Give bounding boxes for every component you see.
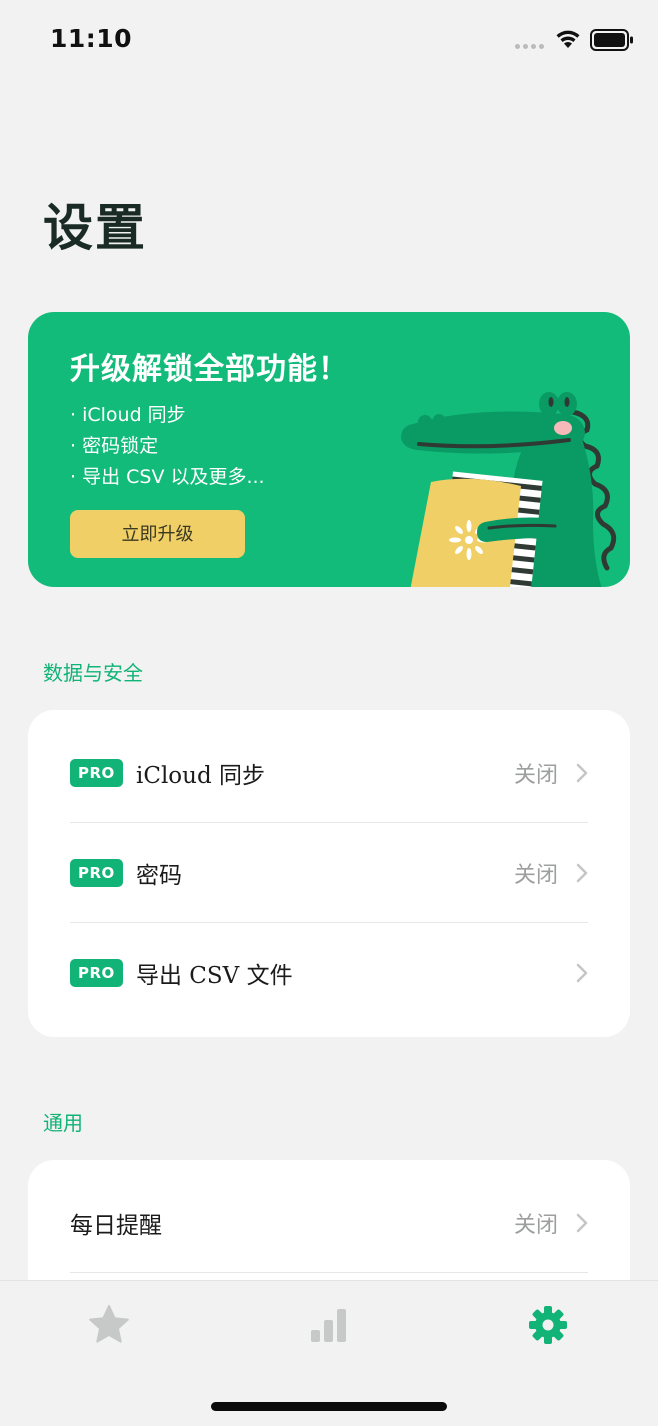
section-header-data-security: 数据与安全 (43, 661, 143, 685)
chevron-right-icon (576, 963, 588, 983)
crocodile-reading-illustration (401, 392, 617, 587)
page-title: 设置 (43, 199, 147, 257)
wifi-icon (556, 30, 580, 48)
settings-row-daily-reminder[interactable]: 每日提醒 关闭 (28, 1173, 630, 1273)
promo-feature-icloud: · iCloud 同步 (70, 404, 186, 426)
settings-row-icloud-sync[interactable]: PRO iCloud 同步 关闭 (28, 723, 630, 823)
upgrade-now-button[interactable]: 立即升级 (70, 510, 245, 558)
pro-badge: PRO (70, 959, 123, 987)
row-label: 密码 (136, 863, 182, 889)
upgrade-promo-card: 升级解锁全部功能！ · iCloud 同步 · 密码锁定 · 导出 CSV 以及… (28, 312, 630, 587)
row-value: 关闭 (513, 863, 558, 888)
promo-title: 升级解锁全部功能！ (70, 352, 349, 387)
chevron-right-icon (576, 763, 588, 783)
pro-badge: PRO (70, 759, 123, 787)
promo-feature-export: · 导出 CSV 以及更多... (70, 466, 265, 488)
chevron-right-icon (576, 1213, 588, 1233)
status-bar: 11:10 (0, 0, 658, 80)
row-divider (70, 1272, 588, 1273)
promo-feature-passcode: · 密码锁定 (70, 435, 159, 457)
row-label: 导出 CSV 文件 (136, 963, 293, 989)
battery-icon (590, 29, 633, 51)
settings-row-passcode[interactable]: PRO 密码 关闭 (28, 823, 630, 923)
data-security-group: PRO iCloud 同步 关闭 PRO 密码 关闭 PRO 导出 CSV 文件 (28, 710, 630, 1037)
row-value: 关闭 (513, 763, 558, 788)
row-label: iCloud 同步 (136, 763, 266, 789)
row-value: 关闭 (513, 1213, 558, 1238)
star-icon[interactable] (87, 1303, 131, 1347)
home-indicator (211, 1402, 447, 1411)
settings-row-export-csv[interactable]: PRO 导出 CSV 文件 (28, 923, 630, 1023)
chevron-right-icon (576, 863, 588, 883)
section-header-general: 通用 (43, 1111, 83, 1135)
bar-chart-icon[interactable] (307, 1303, 351, 1347)
gear-icon[interactable] (526, 1303, 570, 1347)
cellular-signal-icon (515, 44, 544, 49)
status-time: 11:10 (50, 24, 133, 53)
row-label: 每日提醒 (70, 1213, 162, 1239)
pro-badge: PRO (70, 859, 123, 887)
